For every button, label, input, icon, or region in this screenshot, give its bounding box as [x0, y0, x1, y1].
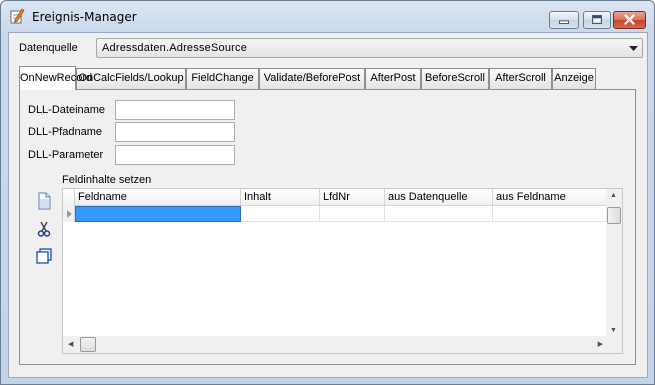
current-row-arrow-icon: [67, 210, 72, 218]
tab-anzeige[interactable]: Anzeige: [552, 68, 596, 89]
minimize-button[interactable]: [549, 11, 579, 29]
column-header-lfdnr[interactable]: LfdNr: [320, 189, 385, 206]
tab-oncalcfields-lookup[interactable]: OnCalcFields/Lookup: [76, 68, 186, 89]
scroll-right-icon[interactable]: ▶: [598, 340, 603, 348]
scroll-left-icon[interactable]: ◀: [68, 340, 73, 348]
grid-header: Feldname Inhalt LfdNr aus Datenquelle au…: [63, 189, 608, 206]
new-document-icon[interactable]: [35, 192, 53, 210]
horizontal-scroll-thumb[interactable]: [80, 337, 96, 352]
datasource-value: Adressdaten.AdresseSource: [102, 42, 248, 54]
dll-path-input[interactable]: [115, 122, 235, 142]
field-values-grid[interactable]: Feldname Inhalt LfdNr aus Datenquelle au…: [62, 188, 623, 354]
row-indicator-header: [63, 189, 75, 206]
cell-feldname[interactable]: [75, 206, 241, 222]
cell-lfdnr[interactable]: [320, 206, 385, 222]
event-manager-window: Ereignis-Manager Datenquelle Adressdaten…: [0, 0, 655, 385]
column-header-inhalt[interactable]: Inhalt: [241, 189, 320, 206]
tab-afterpost[interactable]: AfterPost: [365, 68, 421, 89]
column-header-feldname[interactable]: Feldname: [75, 189, 241, 206]
close-button[interactable]: [613, 11, 646, 29]
dll-param-input[interactable]: [115, 145, 235, 165]
row-indicator: [63, 206, 75, 222]
vertical-scrollbar[interactable]: ▲ ▼: [606, 189, 622, 337]
scroll-up-icon[interactable]: ▲: [610, 192, 617, 199]
tab-afterscroll[interactable]: AfterScroll: [489, 68, 552, 89]
tab-beforescroll[interactable]: BeforeScroll: [421, 68, 489, 89]
close-icon: [624, 14, 635, 25]
cut-scissors-icon[interactable]: [35, 220, 53, 238]
title-bar[interactable]: Ereignis-Manager: [1, 1, 654, 31]
cell-aus-datenquelle[interactable]: [385, 206, 493, 222]
vertical-scroll-thumb[interactable]: [607, 207, 621, 224]
cell-aus-feldname[interactable]: [493, 206, 608, 222]
column-header-aus-feldname[interactable]: aus Feldname: [493, 189, 608, 206]
maximize-button[interactable]: [583, 11, 611, 29]
maximize-icon: [592, 15, 602, 24]
cell-inhalt[interactable]: [241, 206, 320, 222]
chevron-down-icon: [629, 46, 638, 51]
datasource-label: Datenquelle: [19, 42, 78, 54]
field-values-group-label: Feldinhalte setzen: [62, 174, 152, 186]
edit-pencil-icon: [10, 8, 25, 24]
dll-file-label: DLL-Dateiname: [28, 104, 106, 116]
dll-param-label: DLL-Parameter: [28, 149, 104, 161]
client-area: Datenquelle Adressdaten.AdresseSource On…: [8, 32, 648, 378]
tab-validate-beforepost[interactable]: Validate/BeforePost: [259, 68, 365, 89]
table-row[interactable]: [63, 206, 608, 222]
tab-fieldchange[interactable]: FieldChange: [186, 68, 259, 89]
datasource-select[interactable]: Adressdaten.AdresseSource: [96, 38, 643, 58]
minimize-icon: [559, 20, 569, 24]
window-title: Ereignis-Manager: [32, 10, 137, 24]
scroll-down-icon[interactable]: ▼: [610, 327, 617, 334]
dll-path-label: DLL-Pfadname: [28, 126, 102, 138]
tab-onnewrecord[interactable]: OnNewRecord: [19, 66, 92, 90]
column-header-aus-datenquelle[interactable]: aus Datenquelle: [385, 189, 493, 206]
tab-panel-onnewrecord: DLL-Dateiname DLL-Pfadname DLL-Parameter…: [19, 89, 636, 365]
scrollbar-corner: [606, 336, 622, 353]
copy-icon[interactable]: [35, 247, 53, 265]
horizontal-scrollbar[interactable]: ◀ ▶: [63, 336, 608, 353]
dll-file-input[interactable]: [115, 100, 235, 120]
event-tabs: OnNewRecord OnCalcFields/Lookup FieldCha…: [19, 66, 634, 90]
